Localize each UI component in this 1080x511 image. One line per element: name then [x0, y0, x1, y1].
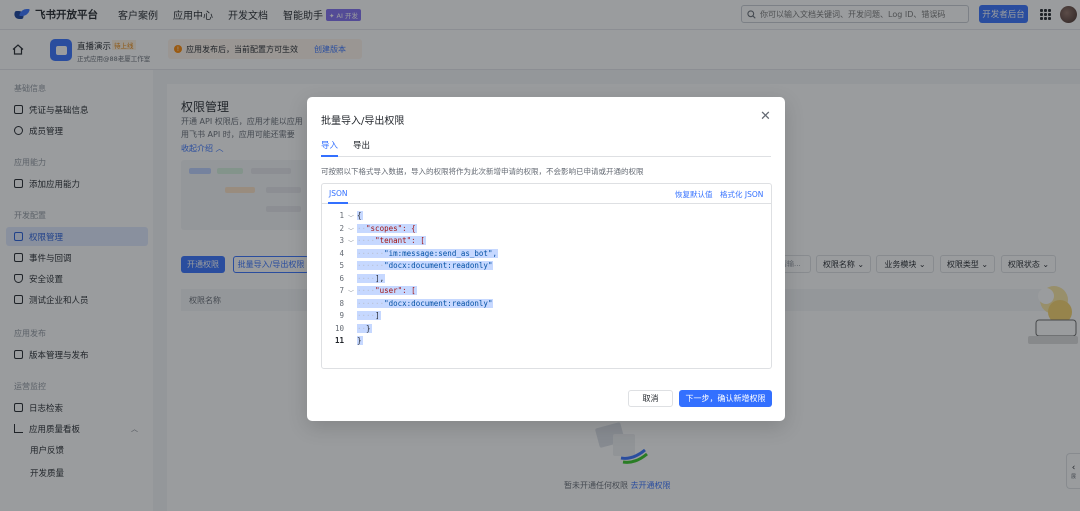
close-icon[interactable]: ✕ [759, 110, 772, 123]
code-line: 7 ﹀ ····"user": [ [339, 286, 417, 297]
editor-header: JSON 恢复默认值 格式化 JSON [322, 184, 771, 204]
fold-chevron-icon[interactable]: ﹀ [348, 238, 354, 247]
tab-import[interactable]: 导入 [321, 139, 338, 151]
editor-tab-json[interactable]: JSON [329, 189, 348, 198]
code-line: 5 ······"docx:document:readonly" [339, 261, 494, 270]
json-editor[interactable]: JSON 恢复默认值 格式化 JSON 1 ﹀{ 2 ﹀ ··"scopes": { … [321, 183, 772, 369]
cancel-button[interactable]: 取消 [628, 390, 673, 407]
fold-chevron-icon[interactable]: ﹀ [348, 226, 354, 235]
dialog-title: 批量导入/导出权限 [321, 116, 405, 127]
tab-export[interactable]: 导出 [353, 139, 370, 151]
reset-default-button[interactable]: 恢复默认值 [675, 189, 713, 200]
fold-chevron-icon[interactable]: ﹀ [348, 213, 354, 222]
import-description: 可按照以下格式导入数据，导入的权限将作为此次新增申请的权限，不会影响已申请或开通… [321, 167, 644, 176]
code-line: 1 ﹀{ [339, 211, 363, 222]
code-line: 11} [334, 336, 363, 345]
code-line: 6 ····], [339, 273, 386, 283]
batch-permission-dialog: 批量导入/导出权限 ✕ 导入 导出 可按照以下格式导入数据，导入的权限将作为此次… [307, 97, 785, 421]
code-line: 3 ﹀ ····"tenant": [ [339, 236, 426, 247]
active-tab-indicator [321, 155, 338, 157]
next-confirm-button[interactable]: 下一步，确认新增权限 [679, 390, 772, 407]
code-line: 9 ····] [339, 311, 381, 320]
fold-chevron-icon[interactable]: ﹀ [348, 288, 354, 297]
code-line: 2 ﹀ ··"scopes": { [339, 223, 417, 235]
code-line: 8 ······"docx:document:readonly" [339, 298, 494, 308]
dialog-tabs: 导入 导出 [321, 135, 771, 157]
code-area[interactable]: 1 ﹀{ 2 ﹀ ··"scopes": { 3 ﹀ ····"tenant": [ 4 ·… [322, 211, 771, 349]
code-line: 4 ······"im:message:send_as_bot", [339, 248, 498, 258]
editor-tab-indicator [328, 202, 348, 204]
code-line: 10 ··} [334, 323, 372, 333]
format-json-button[interactable]: 格式化 JSON [720, 189, 763, 200]
